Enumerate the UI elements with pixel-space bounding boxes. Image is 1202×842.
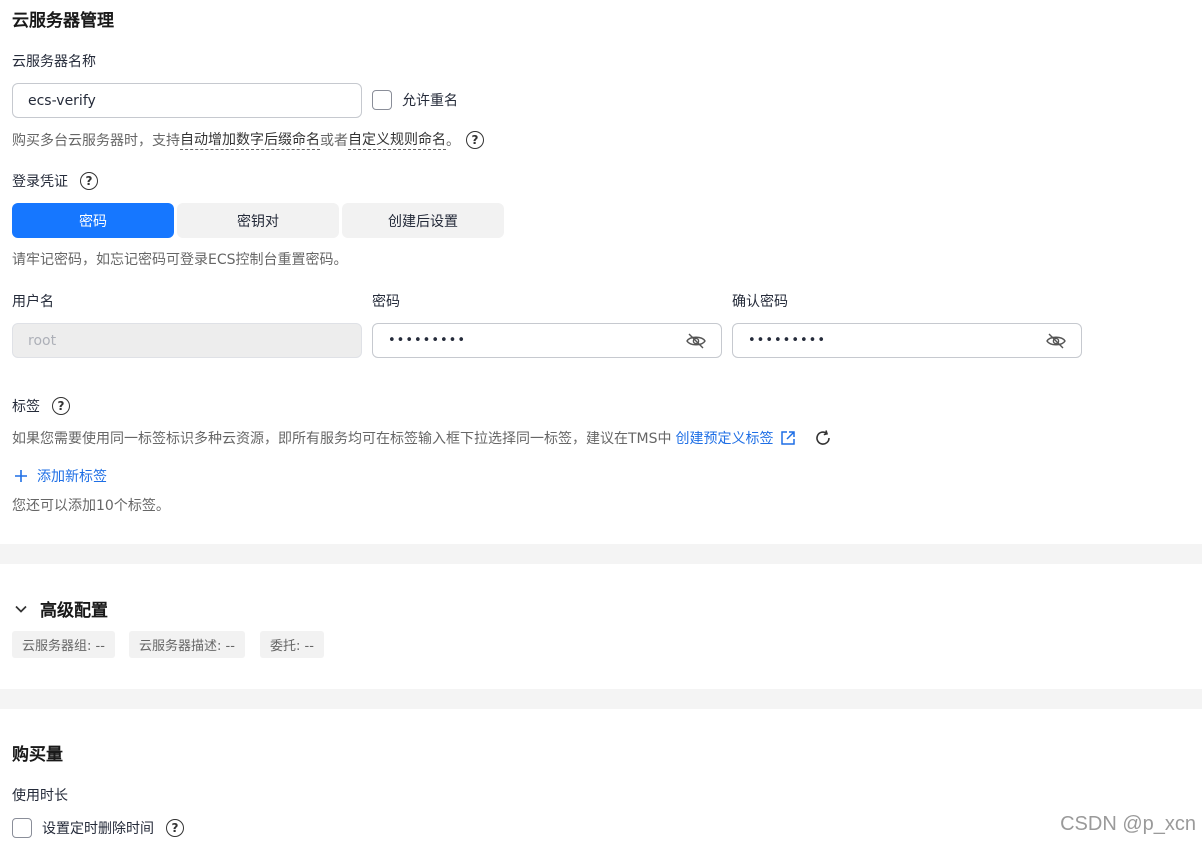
password-label: 密码 bbox=[372, 294, 400, 310]
username-label: 用户名 bbox=[12, 294, 54, 310]
tags-hint-text: 如果您需要使用同一标签标识多种云资源，即所有服务均可在标签输入框下拉选择同一标签… bbox=[12, 431, 672, 447]
advanced-config-title: 高级配置 bbox=[40, 601, 108, 621]
naming-hint-prefix: 购买多台云服务器时，支持 bbox=[12, 132, 180, 149]
chip-agency: 委托: -- bbox=[260, 631, 324, 658]
question-circle-icon[interactable]: ? bbox=[80, 172, 98, 190]
schedule-delete-label: 设置定时删除时间 bbox=[42, 821, 154, 837]
eye-off-icon[interactable] bbox=[1046, 332, 1066, 350]
advanced-config-toggle[interactable]: 高级配置 bbox=[14, 596, 108, 621]
credentials-label-row: 登录凭证 ? bbox=[12, 171, 98, 191]
tags-label-row: 标签 ? bbox=[12, 396, 70, 416]
naming-hint-suffix: 。 bbox=[446, 132, 460, 149]
confirm-password-label: 确认密码 bbox=[732, 294, 788, 310]
allow-duplicate-checkbox[interactable] bbox=[372, 90, 392, 110]
username-input: root bbox=[12, 323, 362, 358]
server-name-value: ecs-verify bbox=[28, 92, 96, 109]
tags-remaining: 您还可以添加10个标签。 bbox=[12, 498, 170, 514]
schedule-delete-checkbox[interactable] bbox=[12, 818, 32, 838]
chip-server-group: 云服务器组: -- bbox=[12, 631, 115, 658]
section-title-server-mgmt: 云服务器管理 bbox=[12, 11, 114, 31]
question-circle-icon[interactable]: ? bbox=[52, 397, 70, 415]
refresh-icon[interactable] bbox=[814, 429, 832, 447]
naming-custom-rule-link[interactable]: 自定义规则命名 bbox=[348, 129, 446, 150]
credentials-hint: 请牢记密码，如忘记密码可登录ECS控制台重置密码。 bbox=[12, 252, 348, 268]
server-name-input[interactable]: ecs-verify bbox=[12, 83, 362, 118]
add-tag-label: 添加新标签 bbox=[37, 469, 107, 485]
confirm-password-value: ••••••••• bbox=[748, 333, 827, 348]
plus-icon bbox=[15, 470, 27, 482]
tags-hint: 如果您需要使用同一标签标识多种云资源，即所有服务均可在标签输入框下拉选择同一标签… bbox=[12, 428, 832, 448]
watermark: CSDN @p_xcn bbox=[1060, 813, 1196, 835]
add-tag-button[interactable]: 添加新标签 bbox=[14, 466, 107, 486]
external-link-icon[interactable] bbox=[780, 430, 796, 446]
chip-server-description: 云服务器描述: -- bbox=[129, 631, 245, 658]
duration-label: 使用时长 bbox=[12, 788, 68, 804]
schedule-delete-row: 设置定时删除时间 ? bbox=[42, 818, 184, 838]
username-value: root bbox=[28, 332, 57, 349]
question-circle-icon[interactable]: ? bbox=[166, 819, 184, 837]
server-name-label: 云服务器名称 bbox=[12, 54, 96, 70]
tab-password[interactable]: 密码 bbox=[12, 203, 174, 238]
question-circle-icon[interactable]: ? bbox=[466, 130, 484, 149]
credentials-label: 登录凭证 bbox=[12, 174, 68, 190]
naming-auto-suffix-link[interactable]: 自动增加数字后缀命名 bbox=[180, 129, 320, 150]
naming-hint-mid: 或者 bbox=[320, 132, 348, 149]
tab-keypair[interactable]: 密钥对 bbox=[177, 203, 339, 238]
password-value: ••••••••• bbox=[388, 333, 467, 348]
allow-duplicate-label: 允许重名 bbox=[402, 93, 458, 109]
chevron-down-icon bbox=[15, 605, 27, 613]
create-predefined-tag-link[interactable]: 创建预定义标签 bbox=[676, 428, 774, 448]
naming-hint: 购买多台云服务器时，支持 自动增加数字后缀命名 或者 自定义规则命名 。 ? bbox=[12, 129, 484, 150]
eye-off-icon[interactable] bbox=[686, 332, 706, 350]
tab-set-after-create[interactable]: 创建后设置 bbox=[342, 203, 504, 238]
section-divider bbox=[0, 689, 1202, 709]
confirm-password-input[interactable]: ••••••••• bbox=[732, 323, 1082, 358]
tags-label: 标签 bbox=[12, 399, 40, 415]
purchase-title: 购买量 bbox=[12, 745, 63, 765]
password-input[interactable]: ••••••••• bbox=[372, 323, 722, 358]
section-divider bbox=[0, 544, 1202, 564]
